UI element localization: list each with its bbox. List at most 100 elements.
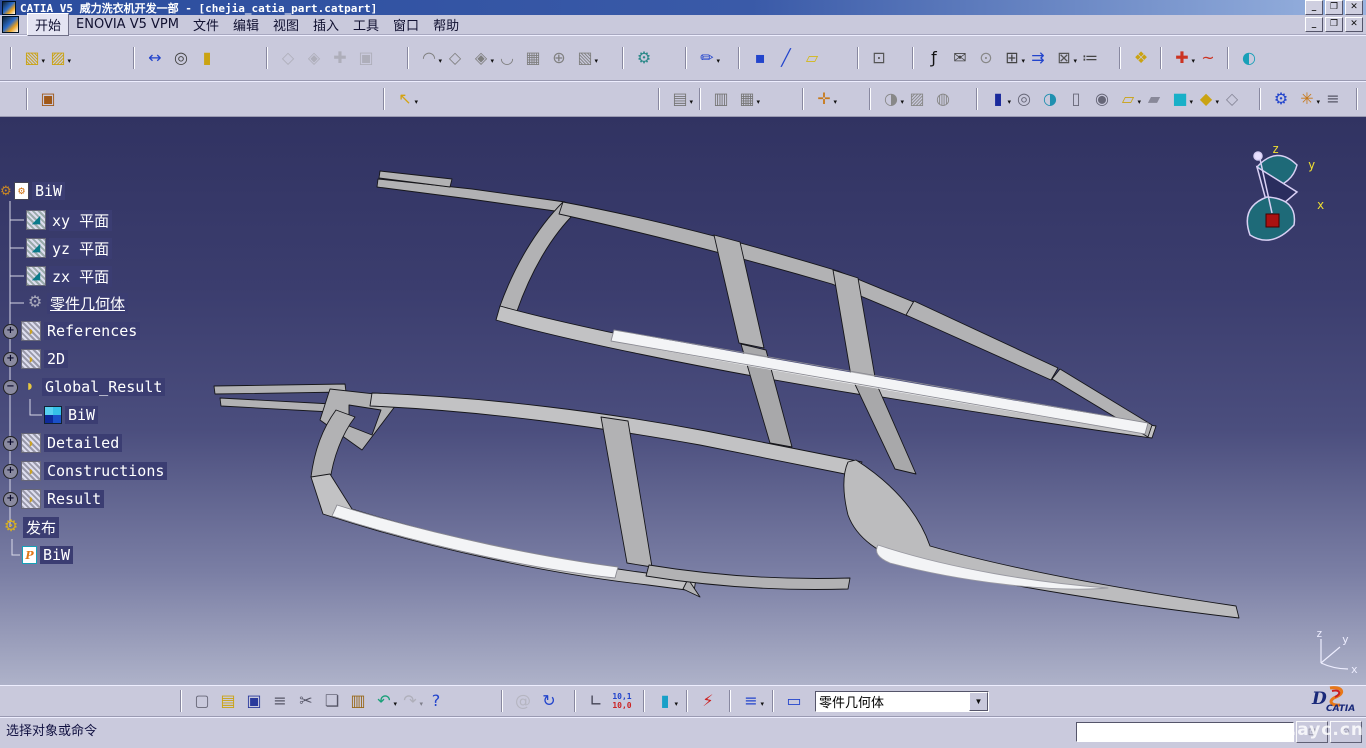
tree-item-label[interactable]: Detailed	[44, 434, 122, 452]
undo-icon[interactable]: ↶▾	[371, 689, 397, 713]
interrupt-icon[interactable]: ⚡	[695, 689, 721, 713]
mean-dimensions-icon[interactable]: ✳▾	[1294, 87, 1320, 111]
copy-icon[interactable]: ❏	[319, 689, 345, 713]
whats-this-icon[interactable]: ?	[423, 689, 449, 713]
menu-item-9[interactable]: 帮助	[426, 14, 466, 35]
tree-item-label[interactable]: Global_Result	[42, 378, 165, 396]
combo-dropdown-icon[interactable]: ▼	[969, 692, 988, 711]
extrude-icon[interactable]: ▮▾	[985, 87, 1011, 111]
tree-item-label[interactable]: 零件几何体	[47, 293, 128, 314]
tree-item-global-result[interactable]: −◗Global_Result	[3, 375, 165, 399]
axes-icon[interactable]: ∟	[583, 689, 609, 713]
update-all-icon[interactable]: ⚙	[1268, 87, 1294, 111]
multi-section-surface-icon[interactable]: ◈▾	[468, 46, 494, 70]
blend-surface-icon[interactable]: ◡	[494, 46, 520, 70]
menu-item-4[interactable]: 编辑	[226, 14, 266, 35]
manipulate-icon[interactable]: ↻	[536, 689, 562, 713]
menu-item-6[interactable]: 插入	[306, 14, 346, 35]
open-icon[interactable]: ▤	[215, 689, 241, 713]
work-grid-icon[interactable]: ▦▾	[734, 87, 760, 111]
minimize-button[interactable]: _	[1305, 0, 1323, 15]
curve-smooth-icon[interactable]: ~	[1195, 46, 1221, 70]
fill-surface-icon[interactable]: ◇	[442, 46, 468, 70]
measure-inertia-icon[interactable]: ▮	[194, 46, 220, 70]
geometrical-set-icon[interactable]: ▤▾	[667, 87, 693, 111]
close-button[interactable]: ✕	[1345, 0, 1363, 15]
plane-icon[interactable]: ▱	[799, 46, 825, 70]
tree-item-label[interactable]: BiW	[40, 546, 73, 564]
expand-icon[interactable]: +	[3, 352, 18, 367]
tree-item-result[interactable]: +◗Result	[3, 487, 104, 511]
tree-item-biw[interactable]: BiW	[44, 403, 98, 427]
thick-surface-icon[interactable]: ◇	[1219, 87, 1245, 111]
tree-item-label[interactable]: Constructions	[44, 462, 167, 480]
expand-icon[interactable]: +	[3, 492, 18, 507]
tree-item-xy-平面[interactable]: ◢xy 平面	[26, 208, 112, 232]
workbench-catalog-icon[interactable]: ▧▾	[19, 46, 45, 70]
tree-item-零件几何体[interactable]: ⚙零件几何体	[26, 291, 128, 315]
status-tool-button-2[interactable]: ⊙	[1330, 721, 1362, 743]
status-tool-button-1[interactable]: ⊡	[1296, 721, 1328, 743]
equivalent-dimensions-icon[interactable]: ≔	[1077, 46, 1103, 70]
current-body-icon[interactable]: ▮▾	[652, 689, 678, 713]
design-table-icon[interactable]: ⊞▾	[999, 46, 1025, 70]
join-icon[interactable]: ❖	[1128, 46, 1154, 70]
specifications-overview-icon[interactable]: ≡▾	[738, 689, 764, 713]
planes-visualization-icon[interactable]: ▥	[708, 87, 734, 111]
paste-icon[interactable]: ▥	[345, 689, 371, 713]
light-sphere-icon[interactable]: ◑▾	[878, 87, 904, 111]
menu-item-5[interactable]: 视图	[266, 14, 306, 35]
snap-to-point-icon[interactable]: 10,110,0	[609, 689, 635, 713]
menu-item-3[interactable]: 文件	[186, 14, 226, 35]
expand-icon[interactable]: +	[3, 464, 18, 479]
variable-offset-icon[interactable]: ▰	[1141, 87, 1167, 111]
healing-icon[interactable]: ✚▾	[1169, 46, 1195, 70]
paste-special-icon[interactable]: ▣	[35, 87, 61, 111]
tree-item-label[interactable]: zx 平面	[49, 266, 112, 287]
hole-icon[interactable]: ◉	[1089, 87, 1115, 111]
tree-item-label[interactable]: yz 平面	[49, 238, 112, 259]
catalog-browser-icon[interactable]: ⊡	[866, 46, 892, 70]
cylinder-icon[interactable]: ▯	[1063, 87, 1089, 111]
tree-item-label[interactable]: 2D	[44, 350, 68, 368]
new-document-icon[interactable]: ▢	[189, 689, 215, 713]
menu-item-7[interactable]: 工具	[346, 14, 386, 35]
knowledge-book-icon[interactable]: ▭	[781, 689, 807, 713]
developed-shape-icon[interactable]: ▧▾	[572, 46, 598, 70]
menu-item-2[interactable]: ENOVIA V5 VPM	[69, 16, 186, 33]
point-icon[interactable]: ▪	[747, 46, 773, 70]
line-icon[interactable]: ╱	[773, 46, 799, 70]
save-icon[interactable]: ▣	[241, 689, 267, 713]
doc-close-button[interactable]: ✕	[1345, 17, 1363, 32]
offset-surface-icon[interactable]: ▱▾	[1115, 87, 1141, 111]
compass-origin-handle[interactable]	[1266, 214, 1279, 227]
tree-item-zx-平面[interactable]: ◢zx 平面	[26, 264, 112, 288]
tree-item-2d[interactable]: +◗2D	[3, 347, 68, 371]
tree-item-constructions[interactable]: +◗Constructions	[3, 459, 167, 483]
compass-3d[interactable]: z y x	[1222, 137, 1326, 251]
tree-item-label[interactable]: BiW	[32, 182, 65, 200]
formula-icon[interactable]: ƒ	[921, 46, 947, 70]
body-selector-combo[interactable]: 零件几何体▼	[815, 691, 989, 712]
sphere-volume-icon[interactable]: ◑	[1037, 87, 1063, 111]
menu-item-1[interactable]: 开始	[27, 13, 69, 36]
tree-item-biw[interactable]: PBiW	[22, 543, 73, 567]
shape-morphing-icon[interactable]: ▦	[520, 46, 546, 70]
collapse-icon[interactable]: −	[3, 380, 18, 395]
comment-icon[interactable]: ✉	[947, 46, 973, 70]
untrim-icon[interactable]: ◐	[1236, 46, 1262, 70]
tree-item-biw[interactable]: ⚙BiW⚙	[14, 179, 65, 203]
revolve-icon[interactable]: ◎	[1011, 87, 1037, 111]
print-icon[interactable]: ≡	[267, 689, 293, 713]
close-surface-icon[interactable]: ■▾	[1167, 87, 1193, 111]
measure-between-icon[interactable]: ↔	[142, 46, 168, 70]
tree-item-label[interactable]: xy 平面	[49, 210, 112, 231]
doc-restore-button[interactable]: ❐	[1325, 17, 1343, 32]
expand-icon[interactable]: +	[3, 436, 18, 451]
tree-item-label[interactable]: BiW	[65, 406, 98, 424]
restore-button[interactable]: ❐	[1325, 0, 1343, 15]
check-icon[interactable]: ⊙	[973, 46, 999, 70]
isophotes-icon[interactable]: ▨	[904, 87, 930, 111]
wrap-curve-icon[interactable]: ⊕	[546, 46, 572, 70]
power-input-field[interactable]	[1076, 722, 1294, 742]
